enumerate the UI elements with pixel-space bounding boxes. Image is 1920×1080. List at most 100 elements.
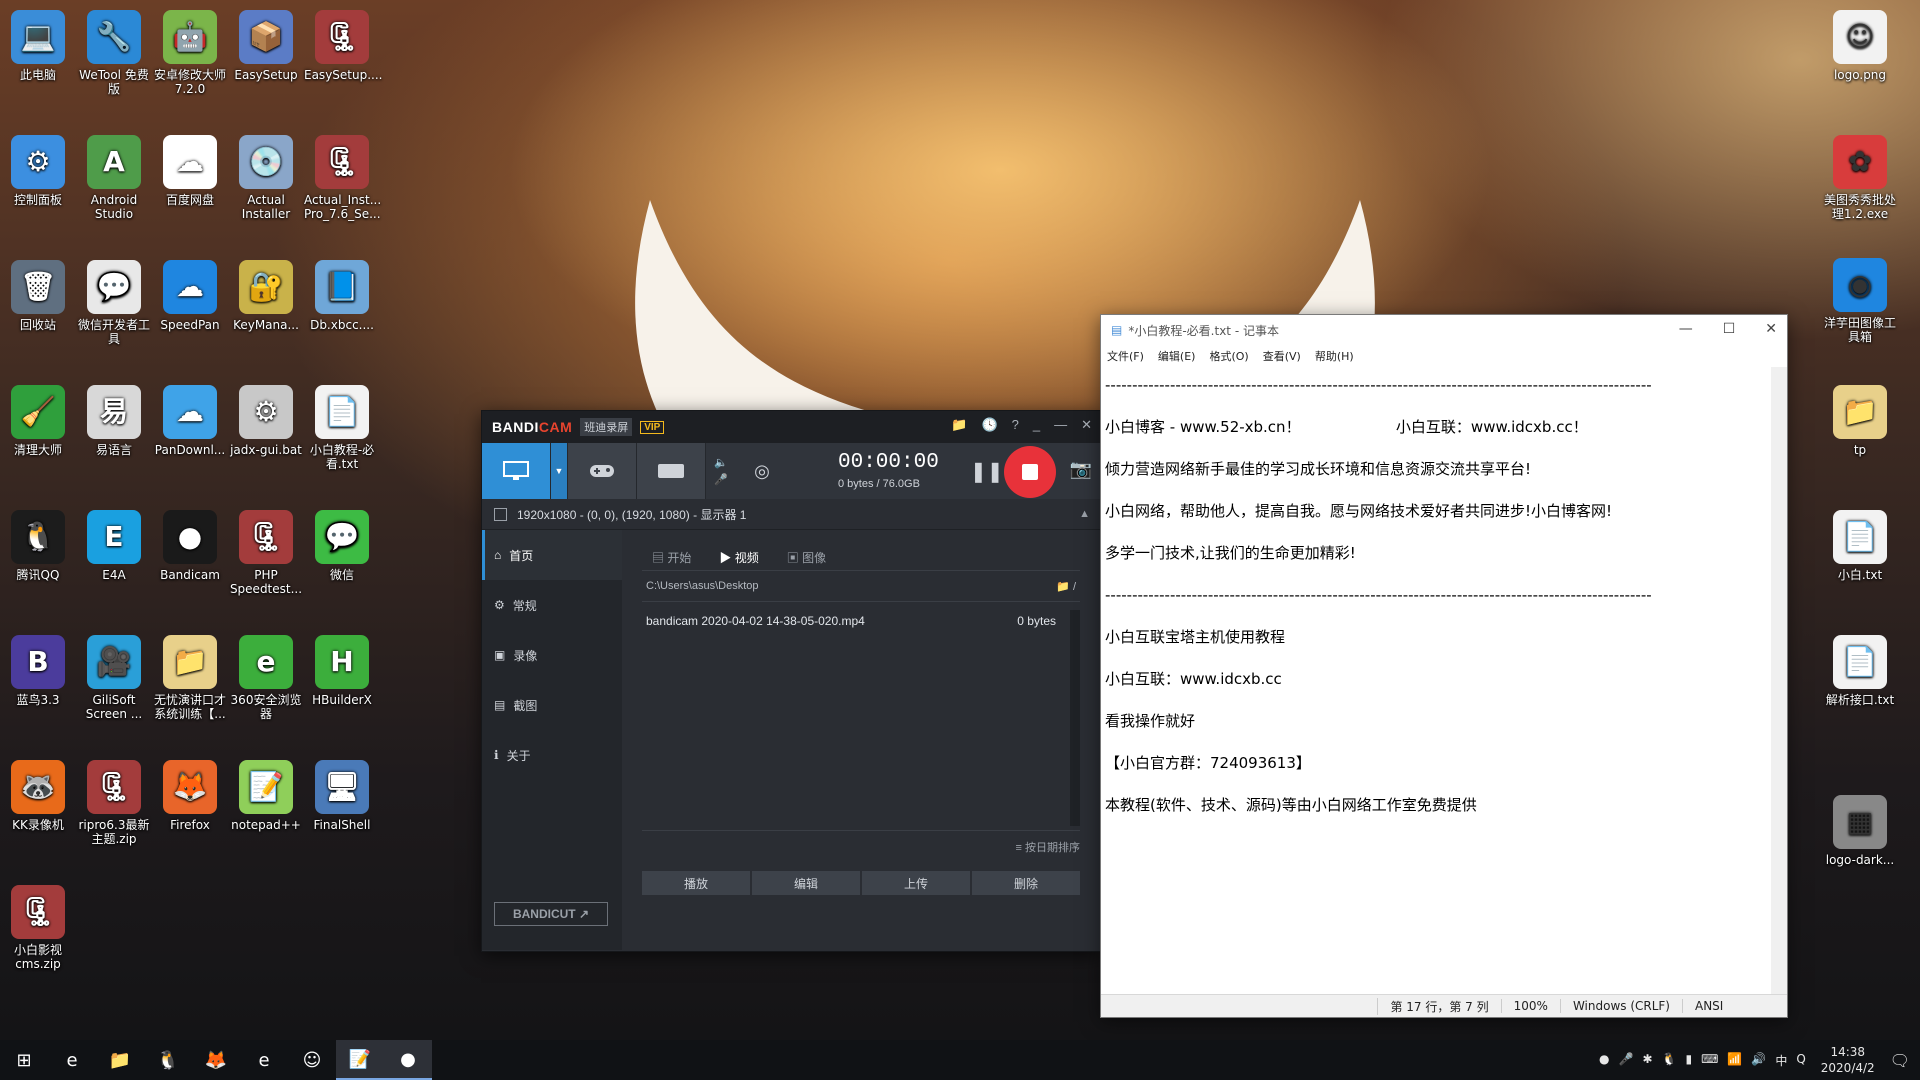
- hdmi-mode-button[interactable]: [637, 443, 706, 499]
- desktop-icon[interactable]: 🔧 WeTool 免费版: [76, 10, 152, 96]
- screenshot-icon[interactable]: 📷: [1070, 459, 1092, 480]
- desktop-icon[interactable]: 📄 小白教程-必看.txt: [304, 385, 380, 471]
- taskbar-app-icon[interactable]: ☺: [288, 1040, 336, 1080]
- desktop-icon[interactable]: 💿 Actual Installer: [228, 135, 304, 221]
- desktop-icon[interactable]: 🦊 Firefox: [152, 760, 228, 832]
- stop-record-button[interactable]: [1004, 446, 1056, 498]
- sidebar-item-home[interactable]: ⌂ 首页: [482, 530, 622, 580]
- desktop-icon[interactable]: ☁ PanDownl...: [152, 385, 228, 457]
- desktop-icon[interactable]: H HBuilderX: [304, 635, 380, 707]
- taskbar-app-icon[interactable]: 🐧: [144, 1040, 192, 1080]
- desktop-icon[interactable]: 📁 tp: [1822, 385, 1898, 457]
- minimize-icon[interactable]: —: [1054, 417, 1067, 433]
- desktop-icon[interactable]: 🔐 KeyMana...: [228, 260, 304, 332]
- notepad-scrollbar[interactable]: [1771, 367, 1787, 995]
- menu-view[interactable]: 查看(V): [1263, 348, 1301, 364]
- desktop-icon[interactable]: ▦ logo-dark...: [1822, 795, 1898, 867]
- bandicam-titlebar[interactable]: BANDICAM 班迪录屏 VIP 📁 🕓 ? _ — ✕: [482, 411, 1100, 443]
- desktop-icon[interactable]: 🗜 ripro6.3最新主题.zip: [76, 760, 152, 846]
- taskbar-app-icon[interactable]: 🦊: [192, 1040, 240, 1080]
- notification-icon[interactable]: 🗨: [1890, 1051, 1910, 1070]
- delete-button[interactable]: 删除: [972, 871, 1080, 895]
- microphone-icon[interactable]: 🎤: [714, 473, 728, 486]
- desktop-icon[interactable]: 易易语言: [76, 385, 152, 457]
- game-mode-button[interactable]: [568, 443, 637, 499]
- desktop-icon[interactable]: 🗑 回收站: [0, 260, 76, 332]
- desktop-icon[interactable]: 📦 EasySetup: [228, 10, 304, 82]
- desktop-icon[interactable]: 🗜 PHP Speedtest...: [228, 510, 304, 596]
- desktop-icon[interactable]: 🧹 清理大师: [0, 385, 76, 457]
- desktop-icon[interactable]: 📄 小白.txt: [1822, 510, 1898, 582]
- menu-help[interactable]: 帮助(H): [1315, 348, 1354, 364]
- tray-icon[interactable]: ▮: [1685, 1052, 1692, 1069]
- desktop-icon[interactable]: 💬 微信开发者工具: [76, 260, 152, 346]
- tray-icon[interactable]: ⌨: [1701, 1052, 1718, 1069]
- maximize-icon[interactable]: ☐: [1723, 321, 1736, 337]
- help-icon[interactable]: ?: [1012, 417, 1019, 433]
- menu-edit[interactable]: 编辑(E): [1158, 348, 1196, 364]
- desktop-icon[interactable]: ● Bandicam: [152, 510, 228, 582]
- desktop-icon[interactable]: B 蓝鸟3.3: [0, 635, 76, 707]
- sort-by-date-button[interactable]: ≡ 按日期排序: [642, 830, 1080, 863]
- menu-file[interactable]: 文件(F): [1107, 348, 1144, 364]
- desktop-icon[interactable]: ◉ 洋芋田图像工具箱: [1822, 258, 1898, 344]
- speaker-icon[interactable]: 🔈: [714, 456, 728, 469]
- open-folder-icon[interactable]: 📁 /: [1056, 580, 1076, 593]
- file-list-scrollbar[interactable]: [1070, 610, 1080, 826]
- desktop-icon[interactable]: ☁ SpeedPan: [152, 260, 228, 332]
- collapse-icon[interactable]: _: [1033, 417, 1040, 433]
- desktop-icon[interactable]: ✿ 美图秀秀批处理1.2.exe: [1822, 135, 1898, 221]
- tray-icon[interactable]: 📶: [1727, 1052, 1742, 1069]
- desktop-icon[interactable]: 🐧 腾讯QQ: [0, 510, 76, 582]
- upload-button[interactable]: 上传: [862, 871, 970, 895]
- notepad-text-area[interactable]: ----------------------------------------…: [1101, 367, 1771, 995]
- clock-icon[interactable]: 🕓: [981, 417, 997, 433]
- tray-icon[interactable]: ✱: [1642, 1052, 1652, 1069]
- desktop-icon[interactable]: 🗜 EasySetup....: [304, 10, 382, 82]
- play-button[interactable]: 播放: [642, 871, 750, 895]
- tab-video[interactable]: ▶ 视频: [719, 549, 758, 566]
- taskbar-app-icon[interactable]: ●: [384, 1040, 432, 1080]
- taskbar-app-icon[interactable]: 📁: [96, 1040, 144, 1080]
- desktop-icon[interactable]: 🤖 安卓修改大师7.2.0: [152, 10, 228, 96]
- desktop-icon[interactable]: ☁ 百度网盘: [152, 135, 228, 207]
- close-icon[interactable]: ✕: [1081, 417, 1092, 433]
- webcam-button[interactable]: ◎: [736, 443, 788, 499]
- notepad-titlebar[interactable]: ▤ *小白教程-必看.txt - 记事本 — ☐ ✕: [1101, 315, 1787, 345]
- taskbar-app-icon[interactable]: 📝: [336, 1040, 384, 1080]
- sidebar-item-screenshot[interactable]: ▤ 截图: [482, 680, 622, 730]
- tray-icon[interactable]: ●: [1599, 1052, 1609, 1069]
- desktop-icon[interactable]: 🗜 Actual_Inst... Pro_7.6_Se...: [304, 135, 381, 221]
- start-button[interactable]: ⊞: [0, 1040, 48, 1080]
- desktop-icon[interactable]: 💬 微信: [304, 510, 380, 582]
- folder-icon[interactable]: 📁: [951, 417, 967, 433]
- tab-start[interactable]: ▤ 开始: [652, 549, 691, 566]
- bandicut-button[interactable]: BANDICUT ↗: [494, 902, 608, 926]
- close-icon[interactable]: ✕: [1765, 321, 1777, 337]
- desktop-icon[interactable]: E E4A: [76, 510, 152, 582]
- tray-icon[interactable]: 中: [1775, 1052, 1787, 1069]
- pause-button[interactable]: ❚❚: [970, 459, 1004, 484]
- tray-icon[interactable]: 🐧: [1662, 1052, 1677, 1069]
- desktop-icon[interactable]: 💻 此电脑: [0, 10, 76, 82]
- edit-button[interactable]: 编辑: [752, 871, 860, 895]
- desktop-icon[interactable]: 📁 无忧演讲口才系统训练【...: [152, 635, 228, 721]
- screen-mode-dropdown[interactable]: ▼: [551, 443, 568, 499]
- desktop-icon[interactable]: 🎥 GiliSoft Screen ...: [76, 635, 152, 721]
- desktop-icon[interactable]: 📘 Db.xbcc....: [304, 260, 380, 332]
- menu-format[interactable]: 格式(O): [1209, 348, 1248, 364]
- desktop-icon[interactable]: 🖥 FinalShell: [304, 760, 380, 832]
- desktop-icon[interactable]: 📝 notepad++: [228, 760, 304, 832]
- desktop-icon[interactable]: ⚙ 控制面板: [0, 135, 76, 207]
- vip-badge[interactable]: VIP: [640, 420, 665, 434]
- capture-target[interactable]: 1920x1080 - (0, 0), (1920, 1080) - 显示器 1…: [482, 499, 1100, 530]
- tray-icon[interactable]: 🎤: [1619, 1052, 1634, 1069]
- taskbar-app-icon[interactable]: e: [48, 1040, 96, 1080]
- desktop-icon[interactable]: 📄 解析接口.txt: [1822, 635, 1898, 707]
- clock[interactable]: 14:38 2020/4/2: [1821, 1044, 1875, 1076]
- desktop-icon[interactable]: A Android Studio: [76, 135, 152, 221]
- sidebar-item-about[interactable]: ℹ 关于: [482, 730, 622, 780]
- target-checkbox-icon[interactable]: [494, 507, 507, 521]
- taskbar-app-icon[interactable]: e: [240, 1040, 288, 1080]
- minimize-icon[interactable]: —: [1679, 321, 1693, 337]
